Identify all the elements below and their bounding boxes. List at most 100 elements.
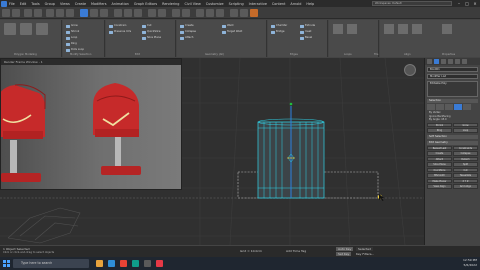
ribbon-create-button[interactable]: Create <box>180 24 194 28</box>
windows-start-icon[interactable] <box>3 260 10 267</box>
ribbon-constrain-button[interactable]: Constrain <box>109 24 126 28</box>
menu-edit[interactable]: Edit <box>20 2 27 6</box>
ribbon-inset-button[interactable]: Inset <box>300 30 311 34</box>
shrink-button[interactable]: Shrink <box>427 122 452 128</box>
key-mode-dropdown[interactable]: Selected <box>356 246 374 251</box>
label-modify-selection[interactable]: Modify Selection <box>70 53 91 56</box>
recorder-icon[interactable] <box>156 260 163 267</box>
menu-graph-editors[interactable]: Graph Editors <box>134 2 157 6</box>
3dsmax-taskbar-icon[interactable] <box>132 260 139 267</box>
menu-customize[interactable]: Customize <box>206 2 224 6</box>
ribbon-grow-button[interactable]: Grow <box>66 24 78 28</box>
create-tab-icon[interactable] <box>427 59 432 64</box>
vertex-subobject-icon[interactable] <box>427 104 435 110</box>
menu-content[interactable]: Content <box>272 2 286 6</box>
cut-button[interactable]: Cut <box>453 167 478 173</box>
maximize-button[interactable]: □ <box>463 0 471 7</box>
modify-mode-icon[interactable] <box>4 23 16 35</box>
display-tab-icon[interactable] <box>455 59 460 64</box>
menu-group[interactable]: Group <box>45 2 55 6</box>
ribbon-shrink-button[interactable]: Shrink <box>66 30 79 34</box>
hierarchy-tab-icon[interactable] <box>441 59 446 64</box>
perspective-viewport[interactable]: [+] [Perspective] [Standard] [Default Sh… <box>0 58 424 245</box>
ribbon-bevel-button[interactable]: Bevel <box>300 36 312 40</box>
edge-browser-icon[interactable] <box>108 260 115 267</box>
attach-button[interactable]: Attach <box>427 156 452 162</box>
selection-region-icon[interactable] <box>66 9 74 17</box>
ribbon-quickslice-button[interactable]: QuickSlice <box>142 30 160 34</box>
border-subobject-icon[interactable] <box>445 104 453 110</box>
properties-icon[interactable] <box>442 24 452 34</box>
scene-explorer-icon[interactable] <box>172 9 180 17</box>
menu-scripting[interactable]: Scripting <box>229 2 244 6</box>
menu-arnold[interactable]: Arnold <box>290 2 301 6</box>
taskbar-search-input[interactable]: Type here to search <box>13 259 89 268</box>
chrome-icon[interactable] <box>120 260 127 267</box>
menu-rendering[interactable]: Rendering <box>162 2 179 6</box>
label-properties[interactable]: Properties <box>442 53 455 56</box>
autokey-button[interactable]: Auto Key <box>336 246 354 251</box>
loop-tools-icon[interactable] <box>333 24 343 34</box>
edit-poly-icon[interactable] <box>20 23 32 35</box>
menu-interactive[interactable]: Interactive <box>249 2 267 6</box>
create-button[interactable]: Create <box>427 151 452 156</box>
label-edit[interactable]: Edit <box>135 53 140 56</box>
align-view-icon[interactable] <box>384 24 394 34</box>
material-editor-icon[interactable] <box>216 9 224 17</box>
align-grid-icon[interactable] <box>398 24 408 34</box>
file-explorer-icon[interactable] <box>96 260 103 267</box>
scale-icon[interactable] <box>100 9 108 17</box>
select-by-name-icon[interactable] <box>56 9 64 17</box>
redo-icon[interactable] <box>12 9 20 17</box>
angle-snap-icon[interactable] <box>124 9 132 17</box>
loop-button[interactable]: Loop <box>453 128 478 133</box>
detach-button[interactable]: Detach <box>453 156 478 162</box>
align-icon[interactable] <box>158 9 166 17</box>
curve-editor-icon[interactable] <box>196 9 204 17</box>
ribbon-ring-button[interactable]: Ring <box>66 42 77 46</box>
make-planar-button[interactable]: Make Planar <box>427 178 452 184</box>
element-subobject-icon[interactable] <box>463 104 471 110</box>
polygon-subobject-icon[interactable] <box>454 104 462 110</box>
quickslice-button[interactable]: QuickSlice <box>427 167 452 173</box>
ribbon-weld-button[interactable]: Weld <box>222 24 233 28</box>
utilities-tab-icon[interactable] <box>462 59 467 64</box>
soft-selection-rollout[interactable]: Soft Selection <box>427 134 478 139</box>
split-button[interactable]: Split <box>453 162 478 167</box>
label-edges[interactable]: Edges <box>290 53 298 56</box>
edge-subobject-icon[interactable] <box>436 104 444 110</box>
ribbon-preserve-uvs-button[interactable]: Preserve UVs <box>109 30 131 34</box>
key-filters-button[interactable]: Key Filters... <box>356 252 374 256</box>
menu-views[interactable]: Views <box>60 2 70 6</box>
menu-tools[interactable]: Tools <box>31 2 39 6</box>
add-time-tag[interactable]: Add Time Tag <box>286 249 306 253</box>
viewcube[interactable] <box>404 64 416 76</box>
label-loops[interactable]: Loops <box>344 53 352 56</box>
label-align[interactable]: Align <box>404 53 411 56</box>
ribbon-chamfer-button[interactable]: Chamfer <box>271 24 287 28</box>
slice-plane-button[interactable]: Slice Plane <box>427 162 452 167</box>
percent-snap-icon[interactable] <box>134 9 142 17</box>
vertex-mode-icon[interactable] <box>36 23 48 35</box>
ribbon-target-weld-button[interactable]: Target Weld <box>222 30 242 34</box>
render-setup-icon[interactable] <box>230 9 238 17</box>
label-polygon-modeling[interactable]: Polygon Modeling <box>14 53 37 56</box>
ribbon-dots-loop-button[interactable]: Dots Loop <box>66 48 84 52</box>
move-icon[interactable] <box>80 9 88 17</box>
msmooth-button[interactable]: MSmooth <box>427 173 452 178</box>
render-frame-window[interactable]: Render Frame Window - 1 <box>0 58 182 190</box>
tessellate-button[interactable]: Tessellate <box>453 173 478 178</box>
system-clock[interactable]: 12:59 PM 5/6/2022 <box>463 258 477 268</box>
label-geometry-all[interactable]: Geometry (All) <box>205 53 224 56</box>
stack-item-editable-poly[interactable]: Editable Poly <box>430 82 447 85</box>
ribbon-extrude-button[interactable]: Extrude <box>300 24 315 28</box>
edit-geometry-rollout[interactable]: Edit Geometry <box>427 140 478 145</box>
selection-rollout[interactable]: Selection <box>427 99 478 103</box>
ribbon-collapse-button[interactable]: Collapse <box>180 30 196 34</box>
menu-modifiers[interactable]: Modifiers <box>91 2 106 6</box>
grow-button[interactable]: Grow <box>453 122 478 128</box>
setkey-button[interactable]: Set Key <box>336 252 352 256</box>
ring-button[interactable]: Ring <box>427 128 452 133</box>
rotate-icon[interactable] <box>90 9 98 17</box>
link-icon[interactable] <box>24 9 32 17</box>
